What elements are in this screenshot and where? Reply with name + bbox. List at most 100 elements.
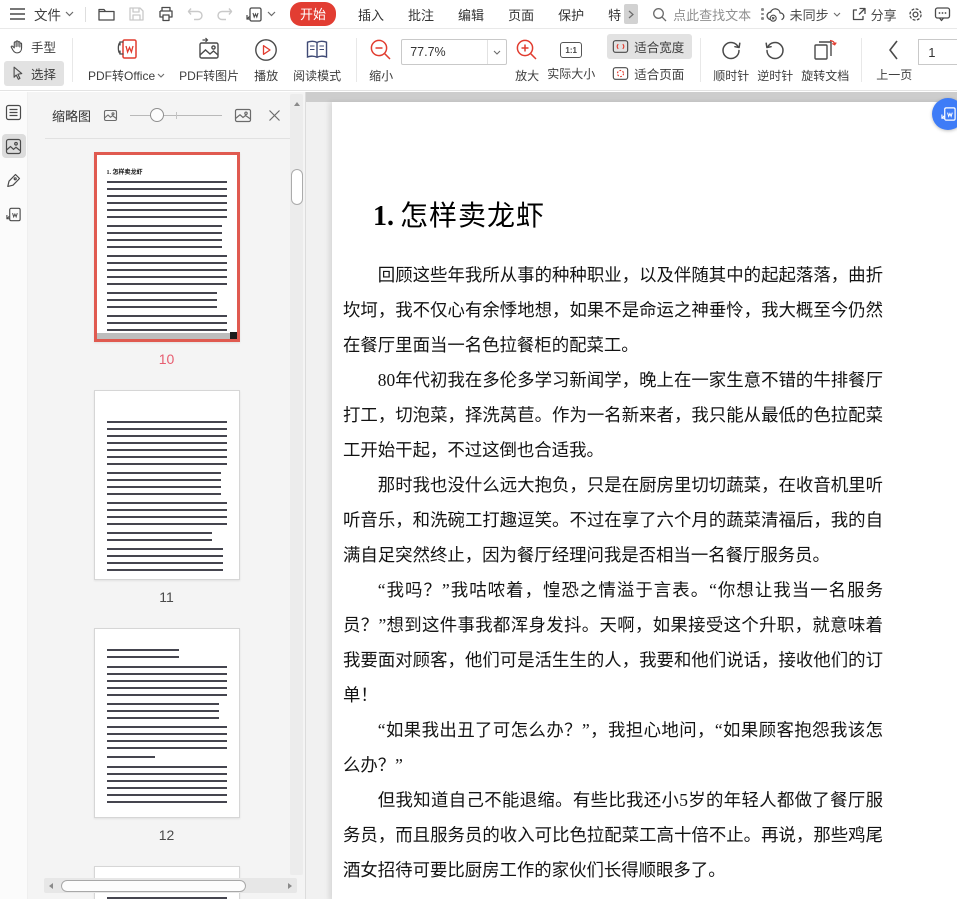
zoom-in-button[interactable]: 放大 [511,31,543,89]
outline-panel-button[interactable] [2,100,26,124]
redo-button[interactable] [210,0,239,28]
tab-home[interactable]: 开始 [290,0,337,28]
search-button[interactable]: 点此查找文本 [652,5,751,24]
rotate-document-label: 旋转文档 [801,68,850,83]
share-button[interactable]: 分享 [851,5,897,24]
thumbnail-page-11[interactable]: 11 [93,390,240,615]
rotate-document-button[interactable]: 旋转文档 [797,31,853,89]
share-icon [851,6,867,22]
redo-icon [216,7,233,21]
tab-special-label: 特 [608,7,622,23]
file-menu-button[interactable]: 文件 [32,0,80,28]
menubar-right-cluster: 未同步 分享 [766,5,957,24]
fit-width-button[interactable]: 适合宽度 [607,34,693,59]
settings-button[interactable] [907,6,924,23]
chevron-down-icon [487,40,506,64]
document-page: 1. 怎样卖龙虾 回顾这些年我所从事的种种职业，以及伴随其中的起起落落，曲折坎坷，… [332,102,957,899]
tab-edit[interactable]: 编辑 [446,0,496,28]
pdf-to-office-label: PDF转Office [88,68,156,83]
chevron-down-icon [157,73,165,78]
zoom-out-button[interactable]: 缩小 [365,31,397,89]
hand-tool-button[interactable]: 手型 [4,34,64,59]
pdf-to-image-button[interactable]: PDF转图片 [172,31,246,89]
horizontal-scrollbar-thumb[interactable] [61,879,246,892]
sidebar-vertical-scrollbar[interactable] [290,94,303,875]
mini-text-lines [106,255,227,288]
hamburger-menu-button[interactable] [0,0,32,28]
sidebar-horizontal-scrollbar[interactable] [44,878,297,893]
share-label: 分享 [870,7,897,23]
export-word-button[interactable] [239,0,282,28]
viewport-top-gap [306,92,957,102]
tab-page[interactable]: 页面 [496,0,546,28]
thumbnail-larger-icon[interactable] [234,108,252,123]
rotate-counterclockwise-icon [762,37,788,63]
select-tool-button[interactable]: 选择 [4,61,65,86]
fit-page-label: 适合页面 [634,68,685,82]
paragraph: “我吗？”我咕哝着，惶恐之情溢于言表。“你想让我当一名服务员？”想到这件事我都浑… [343,580,883,705]
thumbnail-page-12[interactable]: 12 [93,628,240,853]
work-area: 缩略图 1. 怎样卖龙虾 10 11 12 1. 怎样卖龙虾 回顾这些年我所从事… [0,92,957,899]
open-book-icon [303,37,331,63]
fit-width-label: 适合宽度 [634,41,685,55]
tab-comment[interactable]: 批注 [396,0,446,28]
vertical-scrollbar-thumb[interactable] [290,169,303,205]
tab-special[interactable]: 特 [596,0,622,28]
print-button[interactable] [151,0,181,28]
actual-size-button[interactable]: 1:1 实际大小 [543,31,599,89]
left-icon-rail [0,92,28,899]
thumbnail-image-icon [5,138,22,155]
pdf-to-office-button[interactable]: PDF转Office [81,31,172,89]
mini-text-lines [106,666,227,699]
slider-knob[interactable] [150,108,165,122]
pdf-to-image-icon [196,37,222,63]
feedback-button[interactable] [934,6,951,22]
scroll-left-arrow-icon [49,882,53,889]
tab-insert-label: 插入 [358,7,385,23]
undo-icon [187,7,204,21]
mini-text-lines [106,766,227,806]
previous-page-button[interactable]: 上一页 [870,31,918,89]
thumbnail-panel-button[interactable] [1,134,26,158]
mini-text-lines [106,181,227,221]
thumbnail-size-slider[interactable] [130,108,223,122]
zoom-level-value[interactable] [402,45,481,59]
sync-status-button[interactable]: 未同步 [766,5,841,24]
quick-convert-to-word-button[interactable] [932,98,957,130]
sign-panel-button[interactable] [2,168,26,192]
open-file-button[interactable] [91,0,122,28]
word-doc-icon [245,6,263,23]
document-viewport[interactable]: 1. 怎样卖龙虾 回顾这些年我所从事的种种职业，以及伴随其中的起起落落，曲折坎坷，… [305,92,957,899]
page-shadow [96,333,237,339]
tab-insert[interactable]: 插入 [346,0,396,28]
rotate-clockwise-icon [718,37,744,63]
tab-protect[interactable]: 保护 [546,0,596,28]
thumbnail-page-10[interactable]: 1. 怎样卖龙虾 10 [93,152,240,377]
tab-overflow-button[interactable] [624,4,639,24]
document-body-text: 回顾这些年我所从事的种种职业，以及伴随其中的起起落落，曲折坎坷，我不仅心有余悸地… [343,258,883,888]
divider [72,38,74,82]
rotate-counterclockwise-button[interactable]: 逆时针 [753,31,797,89]
panel-title: 缩略图 [52,108,92,124]
to-word-panel-button[interactable] [2,202,26,226]
thumbnail-smaller-icon[interactable] [103,109,118,122]
fit-page-button[interactable]: 适合页面 [607,61,692,86]
fit-width-icon [612,39,629,54]
zoom-level-select[interactable] [401,39,508,65]
play-button[interactable]: 播放 [246,31,286,89]
divider [861,38,863,82]
reading-mode-button[interactable]: 阅读模式 [286,31,348,89]
thumbnail-page-image: 1. 怎样卖龙虾 [93,152,240,342]
rotate-clockwise-button[interactable]: 顺时针 [709,31,753,89]
save-button[interactable] [122,0,151,28]
divider [700,38,702,82]
mini-text-lines [106,726,227,752]
play-icon [253,37,279,63]
undo-button[interactable] [181,0,210,28]
divider [85,6,86,22]
page-number-input[interactable] [918,39,957,65]
close-panel-button[interactable] [268,109,281,122]
chapter-title-text: 怎样卖龙虾 [400,201,546,232]
tab-comment-label: 批注 [408,7,435,23]
cursor-arrow-icon [9,65,26,82]
